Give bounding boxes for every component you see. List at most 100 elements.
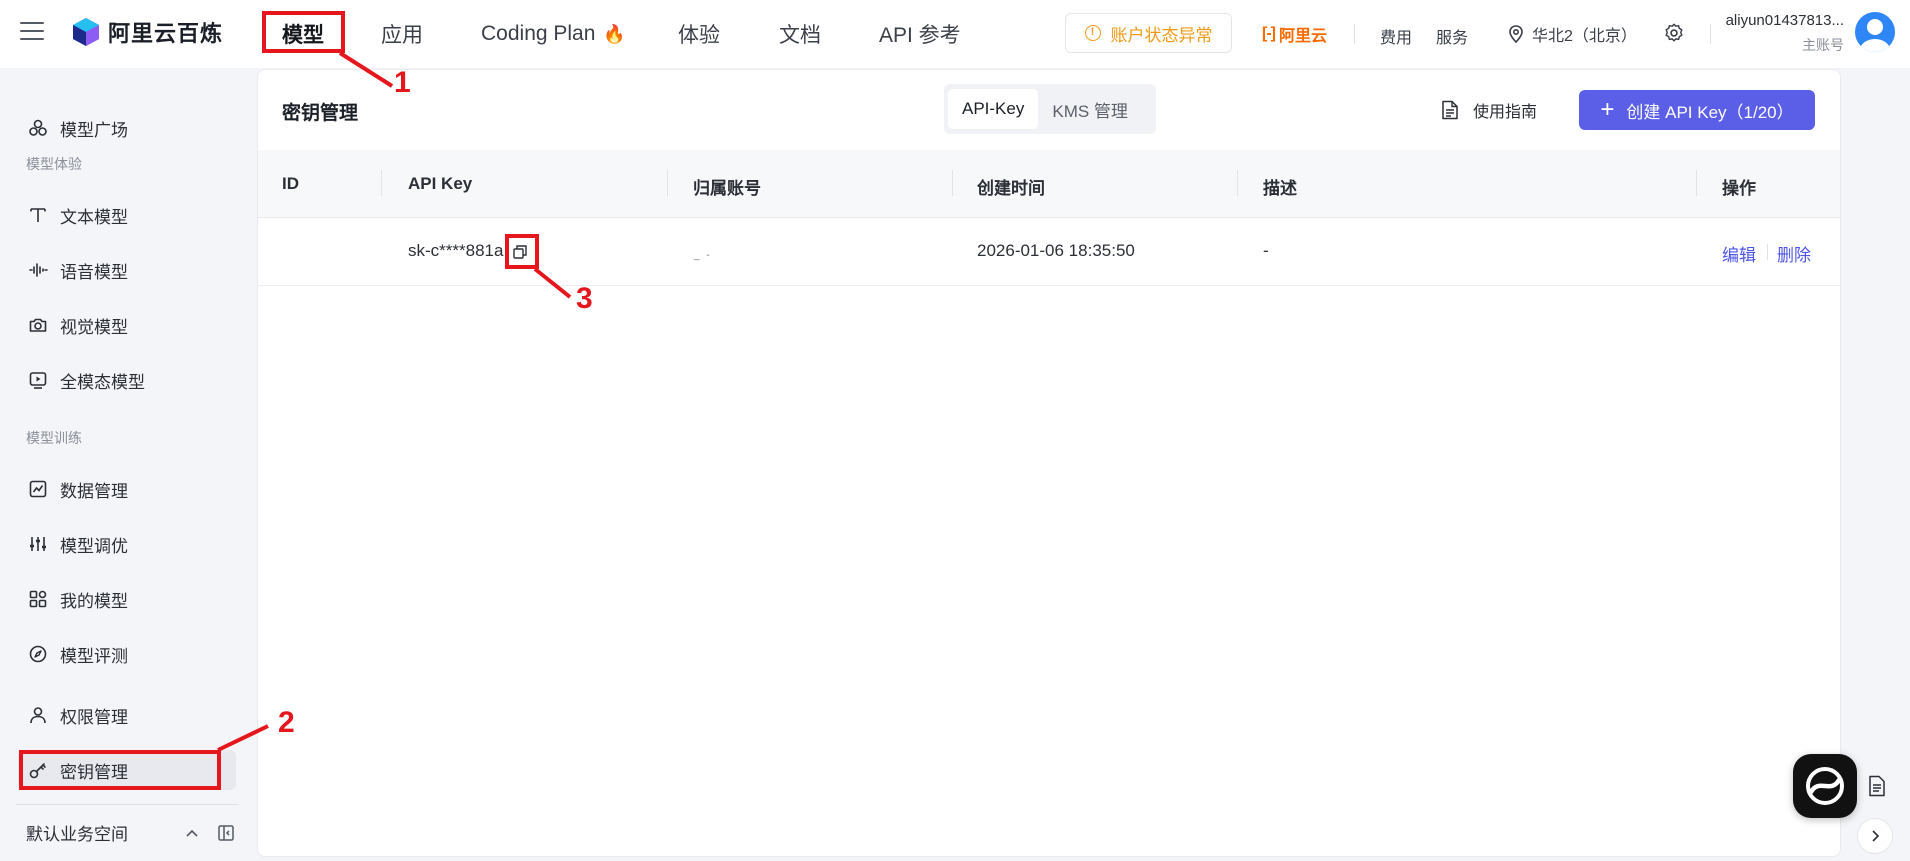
- sidebar-item-text-model[interactable]: 文本模型: [18, 195, 236, 235]
- annotation-number-3: 3: [576, 282, 593, 315]
- account-status-warning-button[interactable]: ! 账户状态异常: [1065, 13, 1232, 53]
- operation-divider: [1767, 244, 1768, 260]
- avatar[interactable]: [1855, 12, 1895, 52]
- sidebar-item-model-square[interactable]: 模型广场: [18, 108, 236, 148]
- aliyun-bracket-icon: [-]: [1262, 25, 1276, 42]
- tab-api-key[interactable]: API-Key: [948, 89, 1039, 129]
- multimodal-icon: [29, 372, 47, 389]
- sidebar-item-label: 全模态模型: [60, 372, 145, 392]
- create-api-key-button[interactable]: + 创建 API Key（1/20）: [1579, 90, 1815, 130]
- sidebar-item-permission[interactable]: 权限管理: [18, 695, 236, 735]
- user-role: 主账号: [1802, 37, 1844, 53]
- column-divider: [1696, 170, 1697, 196]
- user-avatar-icon: [1860, 19, 1890, 52]
- assistant-float-button[interactable]: [1793, 754, 1857, 818]
- cell-created-time: 2026-01-06 18:35:50: [977, 241, 1135, 260]
- sidebar-item-model-tuning[interactable]: 模型调优: [18, 524, 236, 564]
- sidebar-item-model-evaluation[interactable]: 模型评测: [18, 634, 236, 674]
- document-icon: [1442, 100, 1458, 120]
- nav-tab-api-reference[interactable]: API 参考: [879, 0, 961, 68]
- sidebar: 模型广场 模型体验 文本模型 语音模型 视觉模型 全模态模型 模型训练 数据管理…: [0, 68, 256, 861]
- annotation-number-2: 2: [278, 706, 295, 739]
- sidebar-item-label: 数据管理: [60, 481, 128, 501]
- page-title: 密钥管理: [282, 103, 359, 124]
- region-selector[interactable]: 华北2（北京）: [1508, 22, 1637, 46]
- sidebar-item-label: 语音模型: [60, 262, 128, 282]
- model-square-icon: [29, 119, 47, 136]
- sidebar-item-label: 模型广场: [60, 120, 128, 140]
- column-divider: [381, 170, 382, 196]
- sidebar-item-label: 模型调优: [60, 536, 128, 556]
- sidebar-item-label: 权限管理: [60, 707, 128, 727]
- sidebar-group-experience: 模型体验: [26, 156, 82, 172]
- delete-link[interactable]: 删除: [1777, 241, 1811, 266]
- user-account-menu[interactable]: aliyun01437813... 主账号: [1722, 12, 1844, 55]
- nav-tab-label: API 参考: [879, 24, 961, 47]
- assistant-logo-icon: [1806, 767, 1844, 805]
- cell-account: _ -: [694, 250, 712, 261]
- warning-icon: !: [1084, 25, 1101, 41]
- chevron-right-icon: [1872, 830, 1880, 842]
- divider: [1354, 24, 1355, 44]
- aliyun-logo[interactable]: [-] 阿里云: [1262, 22, 1327, 46]
- column-header-api-key: API Key: [408, 174, 473, 193]
- sidebar-item-label: 文本模型: [60, 207, 128, 227]
- bailian-logo-icon: [73, 18, 99, 46]
- user-name: aliyun01437813...: [1725, 12, 1844, 29]
- collapse-sidebar-icon[interactable]: [216, 823, 236, 843]
- column-header-description: 描述: [1263, 179, 1297, 198]
- table-row: sk-c****881a _ - 2026-01-06 18:35:50 - 编…: [258, 218, 1840, 286]
- chart-trend-icon: [29, 480, 47, 498]
- nav-tab-coding-plan[interactable]: Coding Plan 🔥: [481, 0, 626, 68]
- annotation-box-3: [505, 234, 539, 269]
- key-tabs: API-Key KMS 管理: [944, 84, 1156, 134]
- column-divider: [952, 170, 953, 196]
- document-float-icon[interactable]: [1868, 775, 1886, 797]
- camera-icon: [29, 318, 47, 332]
- brand[interactable]: 阿里云百炼: [72, 16, 223, 48]
- workspace-label[interactable]: 默认业务空间: [26, 820, 168, 845]
- usage-guide-link[interactable]: 使用指南: [1441, 98, 1537, 122]
- service-link[interactable]: 服务: [1436, 24, 1468, 48]
- create-api-key-label: 创建 API Key（1/20）: [1626, 102, 1794, 122]
- sidebar-item-label: 我的模型: [60, 591, 128, 611]
- annotation-number-1: 1: [394, 66, 411, 99]
- column-header-account: 归属账号: [693, 179, 761, 198]
- nav-tab-label: 体验: [678, 24, 720, 47]
- sidebar-item-omni-model[interactable]: 全模态模型: [18, 360, 236, 400]
- text-t-icon: [30, 208, 46, 222]
- sidebar-divider: [16, 804, 238, 805]
- brand-name: 阿里云百炼: [108, 21, 224, 46]
- annotation-box-2: [19, 750, 221, 790]
- table-header: ID API Key 归属账号 创建时间 描述 操作: [258, 150, 1840, 218]
- flame-icon: 🔥: [603, 23, 626, 44]
- region-label: 华北2（北京）: [1532, 28, 1637, 45]
- nav-tab-experience[interactable]: 体验: [678, 0, 720, 68]
- edit-link[interactable]: 编辑: [1722, 241, 1756, 266]
- nav-tab-application[interactable]: 应用: [381, 0, 423, 68]
- expand-panel-button[interactable]: [1857, 818, 1893, 854]
- fees-link[interactable]: 费用: [1380, 24, 1412, 48]
- chevron-up-icon[interactable]: [182, 823, 202, 843]
- sidebar-item-label: 视觉模型: [60, 317, 128, 337]
- sidebar-group-training: 模型训练: [26, 430, 82, 446]
- nav-tab-docs[interactable]: 文档: [779, 0, 821, 68]
- sidebar-item-data-management[interactable]: 数据管理: [18, 469, 236, 509]
- column-divider: [1237, 170, 1238, 196]
- aliyun-logo-text: 阿里云: [1278, 28, 1327, 45]
- audio-wave-icon: [29, 263, 48, 277]
- grid-apps-icon: [29, 590, 47, 608]
- column-header-id: ID: [282, 174, 299, 193]
- column-header-operations: 操作: [1722, 179, 1756, 198]
- menu-icon[interactable]: [20, 22, 44, 42]
- user-icon: [30, 707, 46, 724]
- annotation-box-1: [262, 11, 345, 53]
- nav-tab-label: 应用: [381, 24, 423, 47]
- tab-kms-management[interactable]: KMS 管理: [1038, 89, 1142, 129]
- sidebar-item-voice-model[interactable]: 语音模型: [18, 250, 236, 290]
- sidebar-item-vision-model[interactable]: 视觉模型: [18, 305, 236, 345]
- workspace-switcher: 默认业务空间: [26, 820, 236, 845]
- gear-icon[interactable]: [1663, 22, 1685, 44]
- sidebar-item-my-models[interactable]: 我的模型: [18, 579, 236, 619]
- cell-api-key: sk-c****881a: [408, 241, 504, 260]
